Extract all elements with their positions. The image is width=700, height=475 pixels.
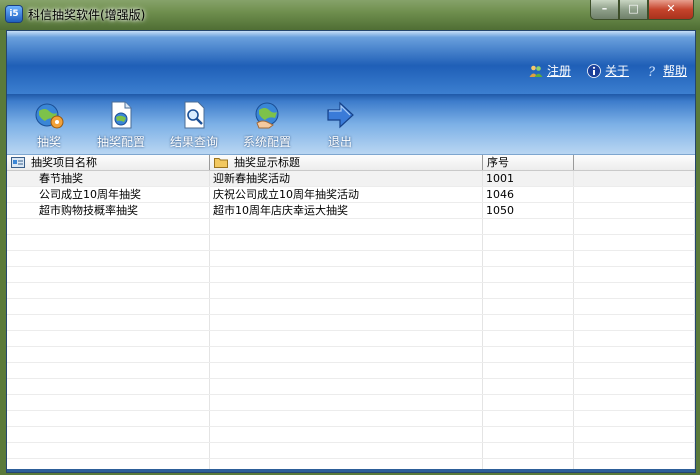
table-body: 春节抽奖 迎新春抽奖活动 1001 公司成立10周年抽奖 庆祝公司成立10周年抽… — [7, 171, 695, 472]
table-header: 抽奖项目名称 抽奖显示标题 序号 — [7, 155, 695, 171]
column-header-empty[interactable] — [574, 155, 695, 170]
empty-row — [7, 395, 695, 411]
main-window-client: 注册 关于 ? 帮助 抽奖 抽奖配置 结果查询 系统配置 退出 抽奖项目名称 抽… — [6, 30, 696, 473]
cell-project-name: 公司成立10周年抽奖 — [7, 187, 210, 202]
window-controls: – □ ✕ — [590, 0, 694, 20]
close-button[interactable]: ✕ — [648, 0, 694, 20]
cell-display-title: 迎新春抽奖活动 — [210, 171, 483, 186]
globe-gear-icon — [35, 103, 64, 129]
cell-empty — [574, 203, 695, 218]
empty-row — [7, 299, 695, 315]
cell-display-title: 超市10周年店庆幸运大抽奖 — [210, 203, 483, 218]
empty-row — [7, 427, 695, 443]
empty-row — [7, 411, 695, 427]
empty-row — [7, 363, 695, 379]
empty-row — [7, 235, 695, 251]
result-query-button[interactable]: 结果查询 — [162, 99, 226, 150]
globe-hand-icon — [255, 102, 279, 129]
exit-label: 退出 — [327, 135, 352, 149]
lottery-config-label: 抽奖配置 — [96, 135, 145, 149]
column-header-project-name[interactable]: 抽奖项目名称 — [7, 155, 210, 170]
register-link-label: 注册 — [546, 64, 571, 78]
about-link[interactable]: 关于 — [587, 62, 629, 79]
result-query-label: 结果查询 — [169, 135, 218, 149]
header-banner: 注册 关于 ? 帮助 — [7, 31, 695, 94]
help-link-label: 帮助 — [662, 64, 687, 78]
project-list-icon — [11, 157, 25, 168]
status-bar — [7, 469, 695, 472]
column-header-serial[interactable]: 序号 — [483, 155, 574, 170]
help-icon: ? — [648, 65, 656, 78]
column-header-display-title[interactable]: 抽奖显示标题 — [210, 155, 483, 170]
draw-lottery-button[interactable]: 抽奖 — [17, 99, 81, 150]
header-links: 注册 关于 ? 帮助 — [529, 62, 687, 79]
folder-icon — [214, 158, 228, 168]
minimize-button[interactable]: – — [590, 0, 619, 20]
empty-row — [7, 315, 695, 331]
draw-lottery-label: 抽奖 — [36, 135, 61, 149]
table-row[interactable]: 超市购物技概率抽奖 超市10周年店庆幸运大抽奖 1050 — [7, 203, 695, 219]
main-toolbar: 抽奖 抽奖配置 结果查询 系统配置 退出 — [7, 94, 695, 155]
system-config-label: 系统配置 — [242, 135, 291, 149]
arrow-right-icon — [327, 101, 354, 129]
maximize-button[interactable]: □ — [619, 0, 648, 20]
empty-row — [7, 331, 695, 347]
empty-row — [7, 251, 695, 267]
empty-row — [7, 347, 695, 363]
cell-project-name: 超市购物技概率抽奖 — [7, 203, 210, 218]
cell-empty — [574, 187, 695, 202]
about-link-label: 关于 — [604, 64, 629, 78]
table-row[interactable]: 春节抽奖 迎新春抽奖活动 1001 — [7, 171, 695, 187]
lottery-list-table[interactable]: 抽奖项目名称 抽奖显示标题 序号 春节抽奖 迎新春抽奖活动 1001 公司成立1… — [7, 155, 695, 472]
exit-button[interactable]: 退出 — [308, 99, 372, 150]
cell-project-name: 春节抽奖 — [7, 171, 210, 186]
info-icon — [587, 63, 601, 78]
cell-empty — [574, 171, 695, 186]
cell-serial: 1050 — [483, 203, 574, 218]
column-header-label: 抽奖项目名称 — [31, 156, 97, 169]
column-header-label: 抽奖显示标题 — [234, 156, 300, 169]
window-title: 科信抽奖软件(增强版) — [28, 8, 146, 22]
search-document-icon — [184, 101, 205, 129]
empty-row — [7, 379, 695, 395]
cell-serial: 1046 — [483, 187, 574, 202]
empty-row — [7, 283, 695, 299]
cell-serial: 1001 — [483, 171, 574, 186]
app-logo-icon[interactable]: i5 — [6, 6, 22, 22]
empty-row — [7, 219, 695, 235]
users-icon — [529, 65, 543, 77]
help-link[interactable]: ? 帮助 — [645, 62, 687, 79]
cell-display-title: 庆祝公司成立10周年抽奖活动 — [210, 187, 483, 202]
empty-row — [7, 443, 695, 459]
svg-text:?: ? — [648, 65, 656, 78]
table-row[interactable]: 公司成立10周年抽奖 庆祝公司成立10周年抽奖活动 1046 — [7, 187, 695, 203]
system-config-button[interactable]: 系统配置 — [235, 99, 299, 150]
lottery-config-button[interactable]: 抽奖配置 — [89, 99, 153, 150]
register-link[interactable]: 注册 — [529, 62, 571, 79]
title-bar[interactable]: i5 科信抽奖软件(增强版) – □ ✕ — [0, 0, 700, 30]
empty-row — [7, 267, 695, 283]
document-globe-icon — [111, 101, 132, 129]
column-header-label: 序号 — [487, 156, 509, 169]
